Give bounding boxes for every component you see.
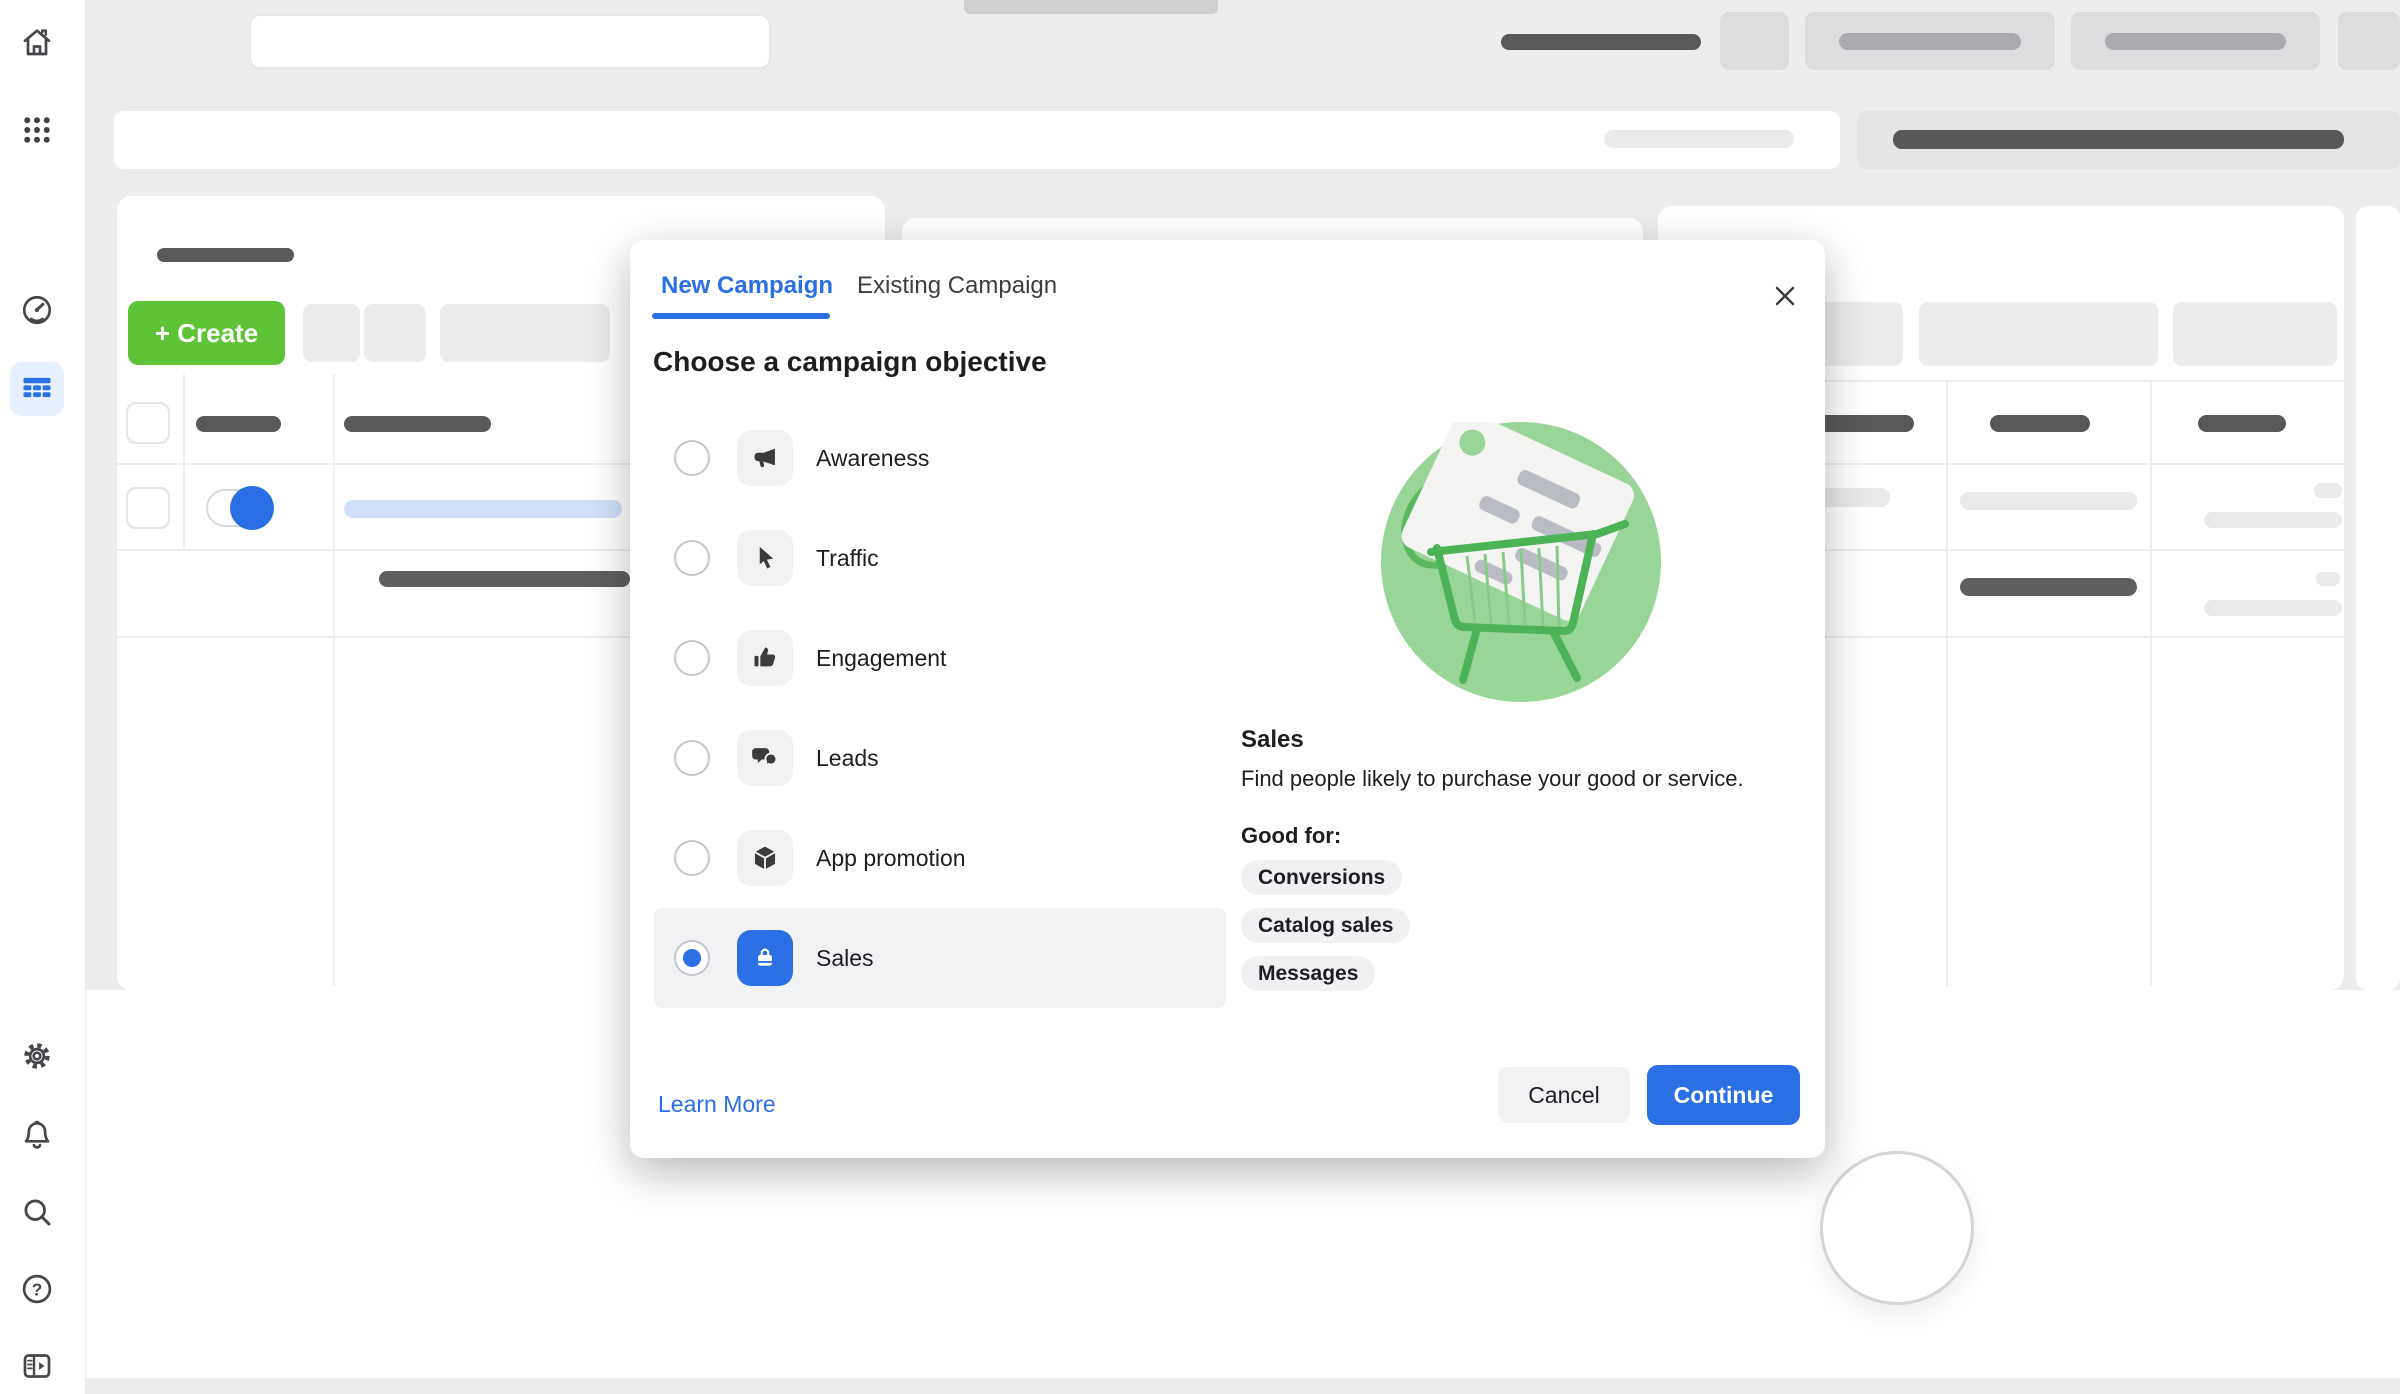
campaign-name-skeleton: [344, 500, 622, 518]
radio-engagement[interactable]: [674, 640, 710, 676]
svg-text:?: ?: [32, 1279, 43, 1299]
objective-label: Awareness: [816, 408, 929, 508]
topbar-button-label-skeleton: [2105, 33, 2286, 50]
cancel-button[interactable]: Cancel: [1498, 1067, 1630, 1123]
search-box-skeleton[interactable]: [250, 15, 770, 68]
table-column-divider: [1946, 380, 1948, 986]
radio-leads[interactable]: [674, 740, 710, 776]
table-column-divider: [183, 374, 185, 550]
toolbar-skeleton: [114, 111, 1840, 169]
cube-icon: [737, 830, 793, 886]
good-for-tag: Messages: [1241, 956, 1375, 991]
objective-row-app-promotion[interactable]: App promotion: [654, 808, 1226, 908]
active-tab-underline: [652, 313, 830, 319]
row-checkbox[interactable]: [126, 487, 170, 529]
sales-illustration: [1381, 422, 1661, 702]
help-icon[interactable]: ?: [19, 1271, 55, 1307]
objective-label: Sales: [816, 908, 874, 1008]
cell-skeleton: [2204, 600, 2342, 616]
cell-skeleton: [2204, 512, 2342, 528]
cell-skeleton: [1960, 578, 2137, 596]
loading-circle-ghost: [1820, 1151, 1974, 1305]
tab-existing-campaign[interactable]: Existing Campaign: [857, 272, 1057, 300]
gear-icon[interactable]: [19, 1038, 55, 1074]
objective-label: Traffic: [816, 508, 879, 608]
create-button[interactable]: + Create: [128, 301, 285, 365]
continue-button[interactable]: Continue: [1647, 1065, 1800, 1125]
gauge-icon[interactable]: [19, 292, 55, 328]
right-edge-card: [2356, 206, 2400, 990]
thumbs-up-icon: [737, 630, 793, 686]
column-header-skeleton: [1990, 415, 2090, 432]
objective-row-engagement[interactable]: Engagement: [654, 608, 1226, 708]
good-for-tag: Conversions: [1241, 860, 1402, 895]
objective-row-traffic[interactable]: Traffic: [654, 508, 1226, 608]
home-icon[interactable]: [19, 24, 55, 60]
modal-heading: Choose a campaign objective: [653, 346, 1047, 378]
topbar-button-label-skeleton: [1839, 33, 2021, 50]
collapse-panel-icon[interactable]: [19, 1348, 55, 1384]
ads-manager-page: + Create: [0, 0, 2400, 1394]
toolbar-action-skeleton[interactable]: [440, 304, 610, 362]
objective-label: Engagement: [816, 608, 946, 708]
account-label-skeleton: [1501, 34, 1701, 50]
campaign-toggle-knob[interactable]: [230, 486, 274, 530]
toolbar-action-skeleton[interactable]: [303, 304, 360, 362]
toolbar-pill-skeleton: [1604, 130, 1794, 148]
radio-traffic[interactable]: [674, 540, 710, 576]
search-icon[interactable]: [19, 1194, 55, 1230]
apps-grid-icon[interactable]: [19, 112, 55, 148]
table-icon[interactable]: [19, 371, 55, 407]
top-center-bar-skeleton: [964, 0, 1218, 14]
table-column-divider: [2150, 380, 2152, 986]
select-all-checkbox[interactable]: [126, 402, 170, 444]
detail-title: Sales: [1241, 726, 1304, 754]
objective-label: App promotion: [816, 808, 966, 908]
tab-new-campaign[interactable]: New Campaign: [661, 272, 833, 300]
radio-awareness[interactable]: [674, 440, 710, 476]
megaphone-icon: [737, 430, 793, 486]
cell-skeleton: [2316, 572, 2340, 586]
card-tab-label-skeleton: [157, 248, 294, 262]
sidebar-nav: ?: [0, 0, 86, 1394]
column-header-skeleton: [196, 416, 281, 432]
cell-skeleton: [2314, 483, 2342, 498]
table-row-skeleton: [379, 571, 630, 587]
filter-chip-skeleton[interactable]: [1919, 302, 2158, 366]
shopping-bag-icon: [737, 930, 793, 986]
column-header-skeleton: [344, 416, 491, 432]
bell-icon[interactable]: [19, 1117, 55, 1153]
cell-skeleton: [1960, 492, 2137, 510]
topbar-button-skeleton[interactable]: [2338, 12, 2400, 70]
objective-label: Leads: [816, 708, 879, 808]
footer-strip: [86, 1378, 2400, 1394]
close-icon[interactable]: [1770, 281, 1800, 311]
radio-sales[interactable]: [674, 940, 710, 976]
toolbar-action-skeleton[interactable]: [364, 304, 426, 362]
learn-more-link[interactable]: Learn More: [658, 1091, 776, 1118]
chat-bubbles-icon: [737, 730, 793, 786]
toolbar-right-pill-skeleton: [1893, 130, 2344, 149]
campaign-objective-modal: New Campaign Existing Campaign Choose a …: [630, 240, 1825, 1158]
topbar-button-skeleton[interactable]: [1720, 12, 1789, 70]
good-for-tag: Catalog sales: [1241, 908, 1410, 943]
radio-app-promotion[interactable]: [674, 840, 710, 876]
filter-chip-skeleton[interactable]: [2173, 302, 2337, 366]
detail-description: Find people likely to purchase your good…: [1241, 766, 1841, 792]
good-for-label: Good for:: [1241, 823, 1341, 849]
cursor-icon: [737, 530, 793, 586]
table-column-divider: [333, 374, 335, 986]
objective-row-awareness[interactable]: Awareness: [654, 408, 1226, 508]
radio-selected-dot: [683, 949, 701, 967]
column-header-skeleton: [2198, 415, 2286, 432]
objective-row-leads[interactable]: Leads: [654, 708, 1226, 808]
objective-row-sales[interactable]: Sales: [654, 908, 1226, 1008]
